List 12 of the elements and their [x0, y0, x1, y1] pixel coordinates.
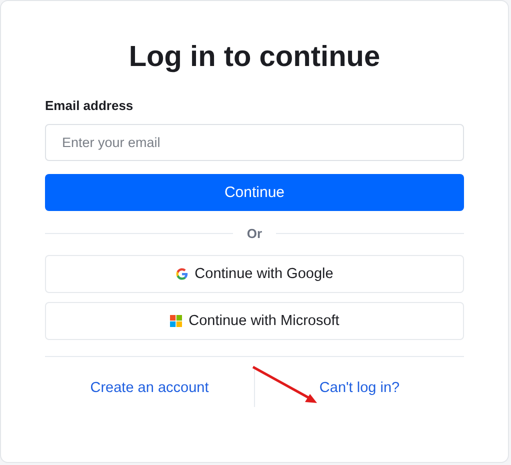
continue-button[interactable]: Continue — [45, 174, 464, 211]
annotation-arrow — [252, 366, 317, 403]
footer-link[interactable]: Create an account — [90, 380, 209, 396]
footer-link[interactable]: Can't log in? — [319, 380, 400, 396]
sign-in-button[interactable]: Continue with Google — [45, 255, 464, 293]
sign-in-button[interactable]: Continue with Microsoft — [45, 302, 464, 340]
divider-label: Or — [246, 226, 262, 241]
windows-logo-icon — [170, 315, 182, 327]
email-field[interactable]: Enter your email — [45, 124, 464, 161]
page-title: Log in to continue — [128, 41, 382, 74]
field-label: Email address — [45, 98, 134, 113]
google-icon — [176, 268, 188, 280]
